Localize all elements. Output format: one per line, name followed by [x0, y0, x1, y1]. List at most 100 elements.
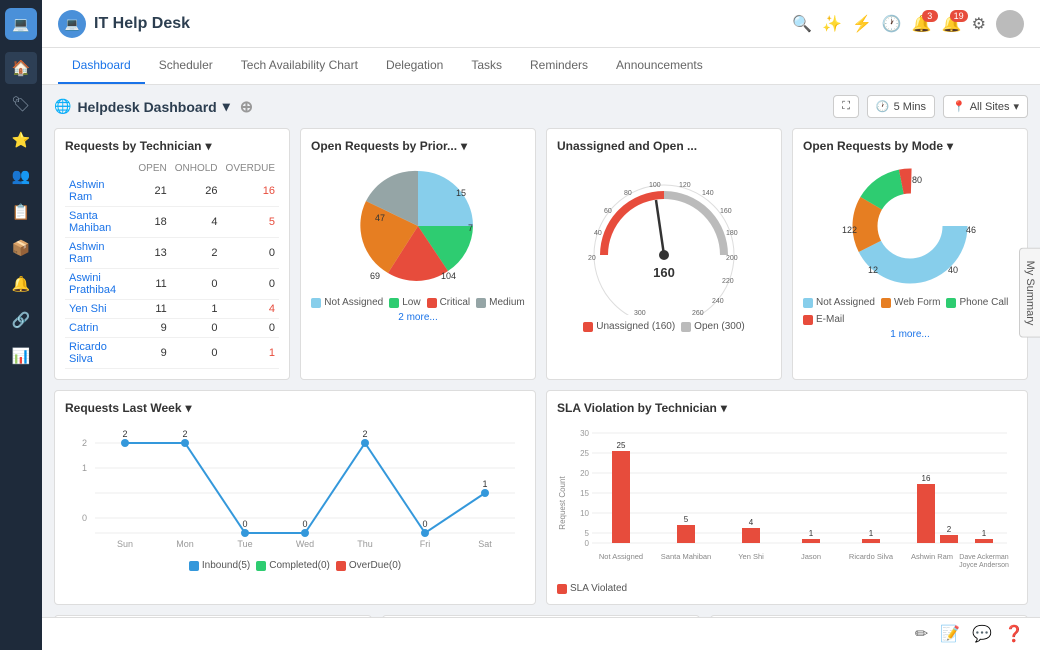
- unassigned-open-widget: Unassigned and Open ...: [546, 128, 782, 380]
- add-dashboard-icon[interactable]: ⊕: [240, 97, 253, 117]
- legend-dot-web-form: [881, 298, 891, 308]
- tech-name[interactable]: Ricardo Silva: [65, 338, 134, 369]
- tab-tech-availability[interactable]: Tech Availability Chart: [227, 48, 372, 84]
- svg-text:Not Assigned: Not Assigned: [599, 552, 643, 561]
- tab-delegation[interactable]: Delegation: [372, 48, 457, 84]
- main-area: 💻 IT Help Desk 🔍 ✨ ⚡ 🕐 🔔3 🔔19 ⚙ Dashboar…: [42, 0, 1040, 650]
- svg-text:200: 200: [726, 255, 738, 262]
- widget-dropdown-icon[interactable]: ▾: [205, 139, 211, 153]
- legend-dot-overdue: [336, 561, 346, 571]
- tab-dashboard[interactable]: Dashboard: [58, 48, 145, 84]
- sidebar-item-star[interactable]: ⭐: [5, 124, 37, 156]
- site-button[interactable]: 📍 All Sites ▾: [943, 95, 1028, 118]
- svg-text:20: 20: [580, 469, 589, 478]
- svg-text:0: 0: [585, 539, 590, 548]
- dropdown-icon[interactable]: ▾: [223, 98, 230, 115]
- svg-text:5: 5: [585, 529, 590, 538]
- tech-name[interactable]: Yen Shi: [65, 300, 134, 319]
- line-chart-legend: Inbound(5) Completed(0) OverDue(0): [65, 560, 525, 571]
- legend-dot-mode-not-assigned: [803, 298, 813, 308]
- tab-scheduler[interactable]: Scheduler: [145, 48, 227, 84]
- tech-name[interactable]: Ashwin Ram: [65, 238, 134, 269]
- bottom-bar: ✏ 📝 💬 ❓: [42, 617, 1040, 650]
- svg-text:Fri: Fri: [420, 539, 431, 549]
- svg-text:Yen Shi: Yen Shi: [738, 552, 764, 561]
- refresh-label: 5 Mins: [894, 101, 926, 113]
- magic-icon[interactable]: ✨: [822, 14, 842, 34]
- legend-dot-phone-call: [946, 298, 956, 308]
- edit-icon[interactable]: ✏: [915, 624, 928, 644]
- tech-table: OPEN ONHOLD OVERDUE Ashwin Ram 21 26 16 …: [65, 161, 279, 369]
- bell1-icon[interactable]: 🔔3: [912, 14, 932, 34]
- bolt-icon[interactable]: ⚡: [852, 14, 872, 34]
- bell2-icon[interactable]: 🔔19: [942, 14, 962, 34]
- chat-icon[interactable]: 💬: [972, 624, 992, 644]
- requests-last-week-widget: Requests Last Week ▾ 2 1 0: [54, 390, 536, 605]
- tech-onhold: 4: [171, 207, 222, 238]
- widget-title: Open Requests by Mode ▾: [803, 139, 953, 153]
- svg-text:1: 1: [869, 529, 874, 538]
- sidebar-item-tasks[interactable]: 📋: [5, 196, 37, 228]
- svg-text:0: 0: [82, 513, 87, 523]
- mode-donut-chart: 80 46 40 12 122: [830, 161, 990, 291]
- svg-text:1: 1: [82, 463, 87, 473]
- sidebar-item-users[interactable]: 👥: [5, 160, 37, 192]
- tab-tasks[interactable]: Tasks: [457, 48, 516, 84]
- sidebar-item-tag[interactable]: 🏷: [5, 88, 37, 120]
- settings-icon[interactable]: ⚙: [972, 14, 986, 34]
- tech-overdue: 16: [222, 176, 279, 207]
- priority-dropdown-icon[interactable]: ▾: [461, 139, 467, 153]
- legend-sla-violated-text: SLA Violated: [570, 583, 627, 594]
- sidebar: 💻 🏠 🏷 ⭐ 👥 📋 📦 🔔 🔗 📊: [0, 0, 42, 650]
- sidebar-item-bell[interactable]: 🔔: [5, 268, 37, 300]
- svg-text:5: 5: [684, 515, 689, 524]
- tech-name[interactable]: Catrin: [65, 319, 134, 338]
- sidebar-item-home[interactable]: 🏠: [5, 52, 37, 84]
- widget-title: Unassigned and Open ...: [557, 139, 697, 153]
- sidebar-item-link[interactable]: 🔗: [5, 304, 37, 336]
- search-icon[interactable]: 🔍: [792, 14, 812, 34]
- bar-ricardo: [862, 539, 880, 543]
- widget-title: SLA Violation by Technician ▾: [557, 401, 727, 415]
- user-avatar[interactable]: [996, 10, 1024, 38]
- mode-dropdown-icon[interactable]: ▾: [947, 139, 953, 153]
- my-summary-tab[interactable]: My Summary: [1019, 247, 1040, 338]
- sidebar-item-box[interactable]: 📦: [5, 232, 37, 264]
- legend-open-text: Open (300): [694, 321, 745, 332]
- legend-low: Low: [389, 297, 420, 308]
- tech-name[interactable]: Ashwin Ram: [65, 176, 134, 207]
- expand-button[interactable]: ⛶: [833, 95, 859, 118]
- svg-text:2: 2: [947, 525, 952, 534]
- tab-announcements[interactable]: Announcements: [602, 48, 717, 84]
- tech-name[interactable]: Aswini Prathiba4: [65, 269, 134, 300]
- tech-name[interactable]: Santa Mahiban: [65, 207, 134, 238]
- svg-text:0: 0: [422, 519, 427, 529]
- site-dropdown-icon: ▾: [1013, 100, 1019, 113]
- tech-open: 9: [134, 338, 170, 369]
- mode-title: Open Requests by Mode: [803, 139, 943, 153]
- mode-more-link[interactable]: 1 more...: [890, 329, 929, 340]
- location-icon: 📍: [952, 100, 966, 113]
- help-icon[interactable]: ❓: [1004, 624, 1024, 644]
- legend-web-form: Web Form: [881, 297, 941, 308]
- legend-unassigned-text: Unassigned (160): [596, 321, 675, 332]
- legend-overdue: OverDue(0): [336, 560, 401, 571]
- tech-onhold: 2: [171, 238, 222, 269]
- dashboard-area: 🌐 Helpdesk Dashboard ▾ ⊕ ⛶ 🕐 5 Mins 📍 Al…: [42, 85, 1040, 617]
- table-row: Santa Mahiban 18 4 5: [65, 207, 279, 238]
- donut-chart-container: 80 46 40 12 122 Not Assigned Web: [803, 161, 1017, 340]
- clock-icon[interactable]: 🕐: [882, 14, 902, 34]
- sla-dropdown-icon[interactable]: ▾: [721, 401, 727, 415]
- priority-more-link[interactable]: 2 more...: [398, 312, 437, 323]
- legend-web-form-text: Web Form: [894, 297, 941, 308]
- refresh-button[interactable]: 🕐 5 Mins: [867, 95, 935, 118]
- svg-text:40: 40: [948, 265, 958, 275]
- sidebar-item-chart[interactable]: 📊: [5, 340, 37, 372]
- notes-icon[interactable]: 📝: [940, 624, 960, 644]
- svg-text:Santa Mahiban: Santa Mahiban: [661, 552, 711, 561]
- tab-reminders[interactable]: Reminders: [516, 48, 602, 84]
- app-logo: 💻: [5, 8, 37, 40]
- last-week-dropdown-icon[interactable]: ▾: [186, 401, 192, 415]
- sla-title: SLA Violation by Technician: [557, 401, 717, 415]
- bar-ashwin: [917, 484, 935, 543]
